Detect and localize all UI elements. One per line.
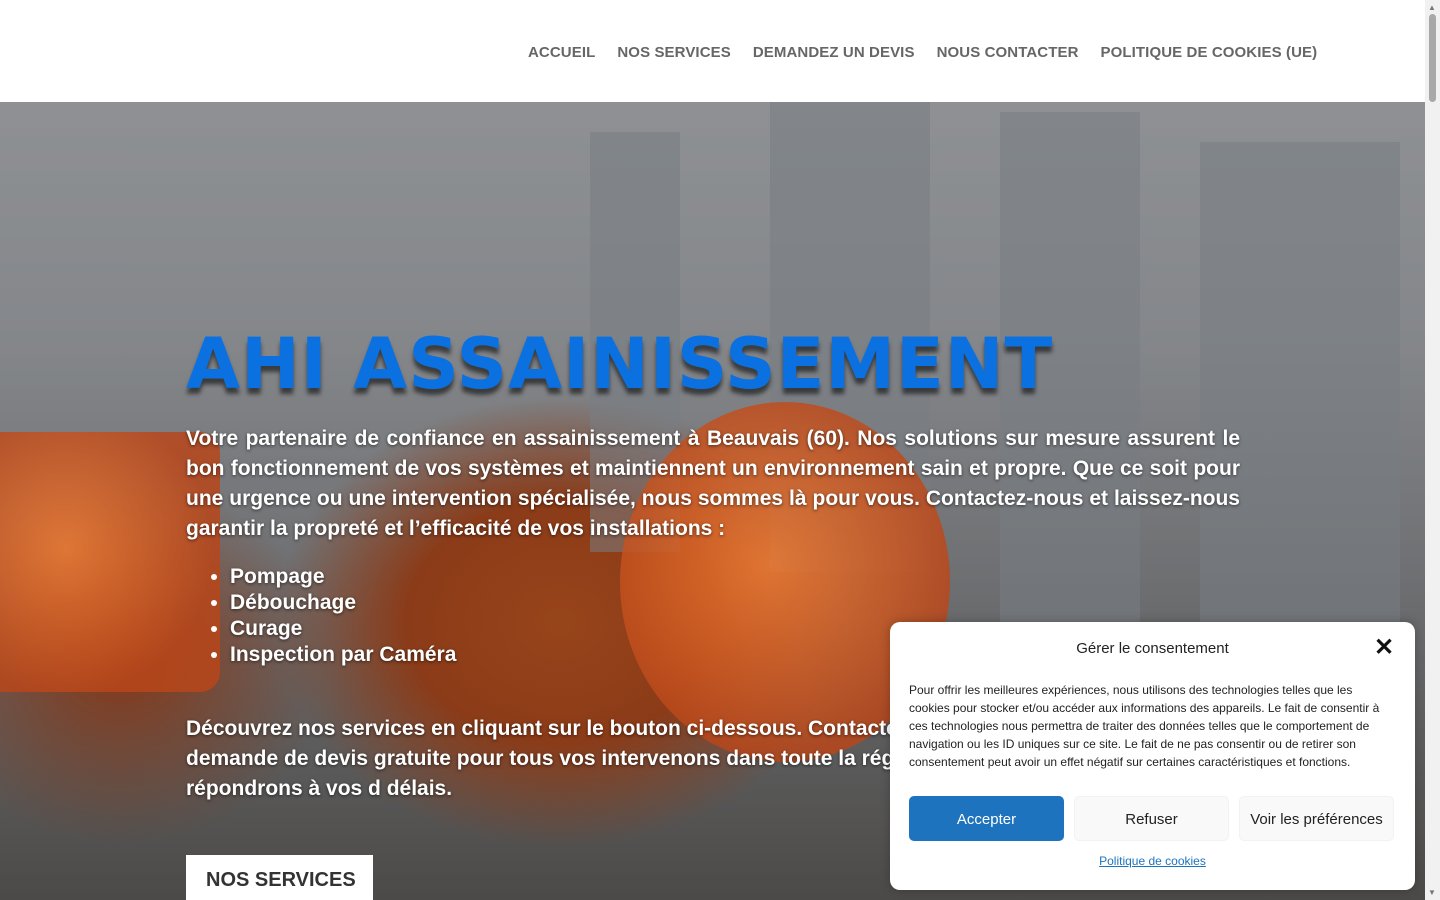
- main-nav: ACCUEIL NOS SERVICES DEMANDEZ UN DEVIS N…: [528, 44, 1317, 61]
- nav-item-nous-contacter[interactable]: NOUS CONTACTER: [937, 44, 1079, 61]
- consent-buttons: Accepter Refuser Voir les préférences: [909, 796, 1394, 841]
- hero-intro-text: Votre partenaire de confiance en assaini…: [186, 427, 1240, 540]
- cookie-policy-link[interactable]: Politique de cookies: [890, 854, 1415, 868]
- nav-item-nos-services[interactable]: NOS SERVICES: [617, 44, 730, 61]
- close-icon[interactable]: ✕: [1373, 636, 1395, 660]
- scrollbar-thumb[interactable]: [1429, 14, 1436, 102]
- site-header: ACCUEIL NOS SERVICES DEMANDEZ UN DEVIS N…: [0, 0, 1425, 102]
- hero-title: AHI ASSAINISSEMENT: [186, 323, 1054, 405]
- nos-services-button[interactable]: NOS SERVICES: [186, 855, 373, 900]
- scroll-down-arrow-icon[interactable]: ▼: [1428, 888, 1436, 897]
- cookie-consent-dialog: Gérer le consentement ✕ Pour offrir les …: [890, 622, 1415, 890]
- refuse-button[interactable]: Refuser: [1074, 796, 1229, 841]
- nav-item-politique-cookies[interactable]: POLITIQUE DE COOKIES (UE): [1101, 44, 1318, 61]
- nav-item-demandez-un-devis[interactable]: DEMANDEZ UN DEVIS: [753, 44, 915, 61]
- view-preferences-button[interactable]: Voir les préférences: [1239, 796, 1394, 841]
- consent-description: Pour offrir les meilleures expériences, …: [909, 683, 1380, 769]
- accept-button[interactable]: Accepter: [909, 796, 1064, 841]
- list-item: Débouchage: [230, 590, 1240, 616]
- scroll-up-arrow-icon[interactable]: ▲: [1428, 3, 1436, 12]
- consent-title: Gérer le consentement: [1076, 640, 1229, 657]
- nav-item-accueil[interactable]: ACCUEIL: [528, 44, 595, 61]
- page-scrollbar[interactable]: ▲ ▼: [1425, 0, 1440, 900]
- list-item: Pompage: [230, 564, 1240, 590]
